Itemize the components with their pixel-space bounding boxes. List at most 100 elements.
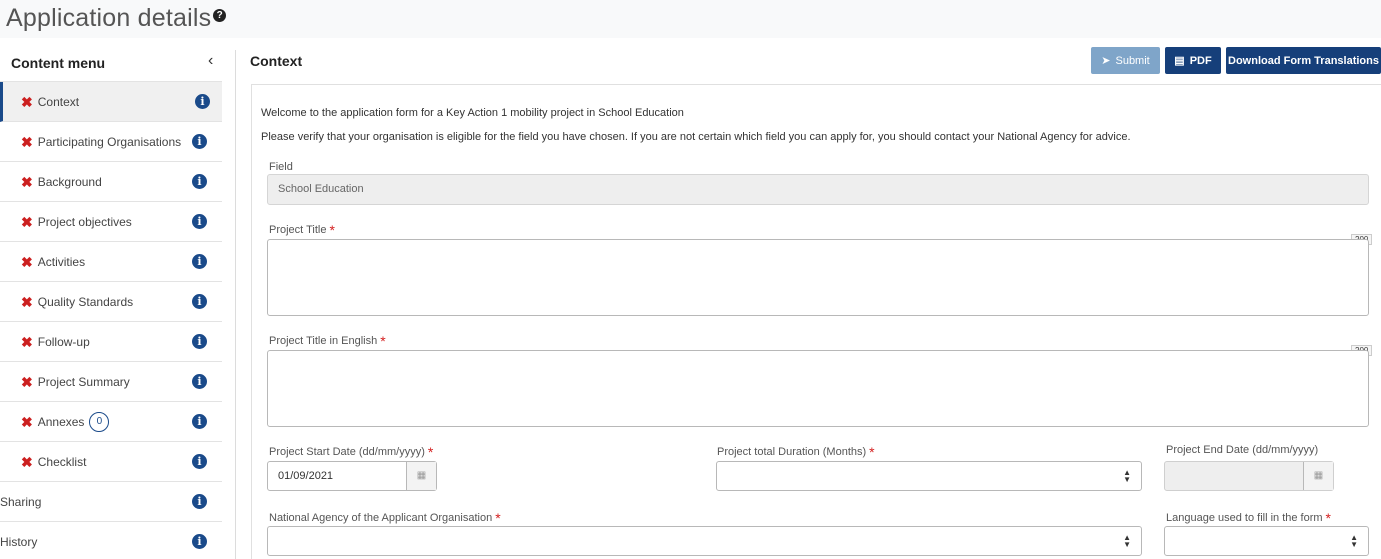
- info-icon[interactable]: i: [192, 454, 207, 469]
- start-date-label: Project Start Date (dd/mm/yyyy) *: [269, 444, 433, 460]
- error-x-icon: ✖: [21, 133, 33, 150]
- error-x-icon: ✖: [21, 293, 33, 310]
- sidebar-item-background[interactable]: ✖ Background i: [0, 162, 222, 202]
- sidebar-divider: [235, 50, 236, 559]
- sidebar-item-label: History: [0, 534, 38, 549]
- sidebar-item-project-summary[interactable]: ✖ Project Summary i: [0, 362, 222, 402]
- pdf-file-icon: ▤: [1174, 55, 1185, 67]
- sidebar-item-label: Project objectives: [37, 214, 132, 229]
- duration-label-text: Project total Duration (Months): [717, 446, 867, 458]
- sidebar-item-label: Background: [37, 174, 102, 189]
- national-agency-label-text: National Agency of the Applicant Organis…: [269, 512, 493, 524]
- sidebar-item-label: Sharing: [0, 494, 42, 509]
- project-title-label-text: Project Title: [269, 224, 327, 236]
- content-menu: Content menu ‹ ✖ Context i ✖ Participati…: [0, 44, 222, 559]
- section-title: Context: [250, 53, 303, 69]
- info-icon[interactable]: i: [192, 414, 207, 429]
- sort-caret-icon: ▲ ▼: [1123, 468, 1131, 484]
- error-x-icon: ✖: [21, 373, 33, 390]
- sidebar-item-label: Project Summary: [37, 374, 130, 389]
- project-title-input[interactable]: [267, 239, 1369, 316]
- sidebar-item-activities[interactable]: ✖ Activities i: [0, 242, 222, 282]
- duration-label: Project total Duration (Months) *: [717, 444, 875, 460]
- error-x-icon: ✖: [21, 253, 33, 270]
- required-mark: *: [427, 444, 434, 460]
- error-x-icon: ✖: [21, 453, 33, 470]
- chevron-left-icon[interactable]: ‹: [208, 52, 213, 70]
- info-icon[interactable]: i: [192, 134, 207, 149]
- sidebar-item-annexes[interactable]: ✖ Annexes 0 i: [0, 402, 222, 442]
- info-icon[interactable]: i: [192, 534, 207, 549]
- project-title-en-label: Project Title in English *: [269, 333, 386, 349]
- sidebar-item-context[interactable]: ✖ Context i: [0, 82, 222, 122]
- info-icon[interactable]: i: [192, 334, 207, 349]
- info-icon[interactable]: i: [192, 254, 207, 269]
- required-mark: *: [380, 333, 386, 349]
- sidebar-item-participating-organisations[interactable]: ✖ Participating Organisations i: [0, 122, 222, 162]
- info-icon[interactable]: i: [192, 174, 207, 189]
- national-agency-label: National Agency of the Applicant Organis…: [269, 510, 501, 526]
- sidebar-item-sharing[interactable]: Sharing i: [0, 482, 222, 522]
- eligibility-notice: Please verify that your organisation is …: [261, 131, 1131, 143]
- error-x-icon: ✖: [21, 413, 33, 430]
- content-menu-header: Content menu ‹: [0, 44, 222, 82]
- download-translations-label: Download Form Translations: [1228, 54, 1379, 67]
- required-mark: *: [1325, 510, 1331, 526]
- pdf-button-label: PDF: [1189, 54, 1212, 67]
- sidebar-item-label: Follow-up: [37, 334, 90, 349]
- error-x-icon: ✖: [21, 333, 33, 350]
- end-date-label: Project End Date (dd/mm/yyyy): [1166, 444, 1319, 456]
- annexes-count-badge: 0: [89, 411, 110, 432]
- language-select[interactable]: ▲ ▼: [1164, 526, 1369, 556]
- language-label: Language used to fill in the form *: [1166, 510, 1331, 526]
- submit-button[interactable]: ➤ Submit: [1091, 47, 1160, 74]
- question-circle-icon[interactable]: ?: [213, 9, 227, 22]
- download-translations-button[interactable]: Download Form Translations: [1226, 47, 1381, 74]
- project-title-label: Project Title *: [269, 222, 335, 238]
- project-title-en-label-text: Project Title in English: [269, 335, 378, 347]
- sidebar-item-history[interactable]: History i: [0, 522, 222, 559]
- pdf-button[interactable]: ▤ PDF: [1165, 47, 1221, 74]
- start-date-label-text: Project Start Date (dd/mm/yyyy): [269, 446, 425, 458]
- info-icon[interactable]: i: [195, 94, 210, 109]
- info-icon[interactable]: i: [192, 294, 207, 309]
- submit-button-label: Submit: [1115, 54, 1150, 67]
- content-menu-title: Content menu: [11, 55, 106, 71]
- info-icon[interactable]: i: [192, 374, 207, 389]
- sidebar-item-label: Annexes: [37, 414, 85, 429]
- project-title-en-input[interactable]: [267, 350, 1369, 427]
- sort-caret-icon: ▲ ▼: [1123, 533, 1131, 549]
- error-x-icon: ✖: [21, 173, 33, 190]
- field-label: Field: [269, 161, 293, 173]
- sidebar-item-label: Checklist: [37, 454, 87, 469]
- page-title: Application details?: [6, 4, 227, 33]
- page-title-text: Application details: [6, 4, 212, 32]
- start-date-input[interactable]: 01/09/2021 ▦: [267, 461, 437, 491]
- national-agency-select[interactable]: ▲ ▼: [267, 526, 1142, 556]
- error-x-icon: ✖: [21, 213, 33, 230]
- intro-text: Welcome to the application form for a Ke…: [261, 107, 684, 119]
- paper-plane-icon: ➤: [1101, 55, 1111, 67]
- info-icon[interactable]: i: [192, 214, 207, 229]
- sidebar-item-project-objectives[interactable]: ✖ Project objectives i: [0, 202, 222, 242]
- sidebar-item-label: Quality Standards: [37, 294, 134, 309]
- language-label-text: Language used to fill in the form: [1166, 512, 1323, 524]
- sidebar-item-label: Participating Organisations: [37, 134, 182, 149]
- required-mark: *: [329, 222, 335, 238]
- info-icon[interactable]: i: [192, 494, 207, 509]
- required-mark: *: [495, 510, 501, 526]
- sidebar-item-checklist[interactable]: ✖ Checklist i: [0, 442, 222, 482]
- sidebar-item-quality-standards[interactable]: ✖ Quality Standards i: [0, 282, 222, 322]
- sidebar-item-label: Activities: [37, 254, 86, 269]
- sort-caret-icon: ▲ ▼: [1350, 533, 1358, 549]
- calendar-icon: ▦: [1303, 462, 1333, 490]
- field-value: School Education: [267, 174, 1369, 205]
- duration-select[interactable]: ▲ ▼: [716, 461, 1142, 491]
- error-x-icon: ✖: [21, 93, 33, 110]
- sidebar-item-label: Context: [37, 94, 80, 109]
- end-date-input: ▦: [1164, 461, 1334, 491]
- calendar-icon[interactable]: ▦: [406, 462, 436, 490]
- start-date-value: 01/09/2021: [278, 470, 334, 482]
- page-header: Application details?: [0, 0, 1381, 38]
- sidebar-item-follow-up[interactable]: ✖ Follow-up i: [0, 322, 222, 362]
